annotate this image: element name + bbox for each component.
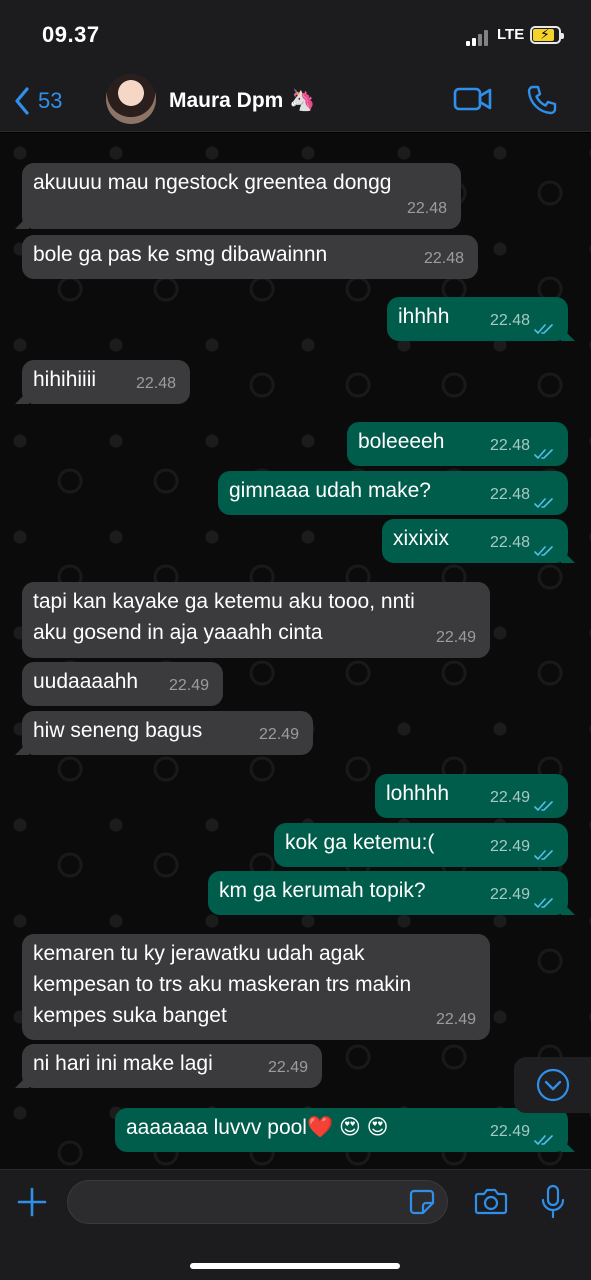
chat-area[interactable]: akuuuu mau ngestock greentea dongg 22.48… xyxy=(0,133,591,1169)
status-time: 09.37 xyxy=(42,22,100,47)
message-input[interactable] xyxy=(67,1180,448,1224)
read-receipt-icon xyxy=(534,546,553,557)
message-time: 22.49 xyxy=(267,1059,308,1076)
attach-button[interactable] xyxy=(16,1186,48,1223)
message-time: 22.48 xyxy=(489,437,530,454)
chevron-left-icon xyxy=(15,87,29,115)
message-time: 22.49 xyxy=(489,838,530,855)
plus-icon xyxy=(17,1187,47,1217)
message-time: 22.49 xyxy=(435,1011,476,1028)
message-bubble[interactable]: tapi kan kayake ga ketemu aku tooo, nnti… xyxy=(22,582,490,658)
read-receipt-icon xyxy=(534,850,553,861)
message-text: lohhhh xyxy=(386,782,450,805)
chevron-down-icon xyxy=(536,1068,569,1102)
status-bar: 09.37 LTE ⚡ xyxy=(0,0,591,70)
message-bubble[interactable]: lohhhh 22.49 xyxy=(375,774,568,818)
message-time: 22.49 xyxy=(489,1123,530,1140)
message-bubble[interactable]: xixixix 22.48 xyxy=(382,519,568,563)
message-time: 22.49 xyxy=(435,629,476,646)
message-bubble[interactable]: ni hari ini make lagi 22.49 xyxy=(22,1044,322,1088)
message-bubble[interactable]: uudaaaahh 22.49 xyxy=(22,662,223,706)
read-receipt-icon xyxy=(534,449,553,460)
message-text: akuuuu mau ngestock greentea dongg xyxy=(33,171,392,194)
contact-name[interactable]: Maura Dpm 🦄 xyxy=(169,89,315,113)
message-bubble[interactable]: km ga kerumah topik? 22.49 xyxy=(208,871,568,915)
back-button[interactable]: 53 xyxy=(14,82,62,120)
read-receipt-icon xyxy=(534,898,553,909)
message-bubble[interactable]: aaaaaaa luvvv pool❤️ 😍 😍 22.49 xyxy=(115,1108,568,1152)
message-bubble[interactable]: gimnaaa udah make? 22.48 xyxy=(218,471,568,515)
video-call-button[interactable] xyxy=(453,84,493,119)
message-bubble[interactable]: kok ga ketemu:( 22.49 xyxy=(274,823,568,867)
phone-icon xyxy=(527,85,557,115)
voice-call-button[interactable] xyxy=(526,84,558,121)
message-text: bole ga pas ke smg dibawainnn xyxy=(33,243,328,266)
unread-count: 53 xyxy=(38,88,63,113)
message-bubble[interactable]: hihihiiii 22.48 xyxy=(22,360,190,404)
message-time: 22.48 xyxy=(423,250,464,267)
camera-icon xyxy=(474,1188,508,1215)
message-time: 22.48 xyxy=(489,486,530,503)
camera-button[interactable] xyxy=(474,1186,508,1221)
message-bubble[interactable]: bole ga pas ke smg dibawainnn 22.48 xyxy=(22,235,478,279)
message-text: kemaren tu ky jerawatku udah agak kempes… xyxy=(33,942,412,1027)
composer-bar xyxy=(0,1169,591,1280)
battery-icon: ⚡ xyxy=(530,26,564,44)
scroll-down-button[interactable] xyxy=(514,1057,591,1113)
microphone-button[interactable] xyxy=(540,1184,566,1225)
read-receipt-icon xyxy=(534,324,553,335)
message-time: 22.48 xyxy=(489,534,530,551)
message-time: 22.49 xyxy=(258,726,299,743)
message-bubble[interactable]: ihhhh 22.48 xyxy=(387,297,568,341)
message-time: 22.49 xyxy=(489,789,530,806)
message-time: 22.48 xyxy=(406,200,447,217)
read-receipt-icon xyxy=(534,801,553,812)
avatar[interactable] xyxy=(106,74,156,124)
message-text: xixixix xyxy=(393,527,449,550)
read-receipt-icon xyxy=(534,1135,553,1146)
sticker-button[interactable] xyxy=(408,1188,436,1221)
message-bubble[interactable]: boleeeeh 22.48 xyxy=(347,422,568,466)
message-bubble[interactable]: akuuuu mau ngestock greentea dongg 22.48 xyxy=(22,163,461,229)
message-time: 22.49 xyxy=(489,886,530,903)
message-time: 22.48 xyxy=(489,312,530,329)
signal-icon xyxy=(466,30,492,46)
network-label: LTE xyxy=(497,26,525,43)
read-receipt-icon xyxy=(534,498,553,509)
message-bubble[interactable]: kemaren tu ky jerawatku udah agak kempes… xyxy=(22,934,490,1040)
sticker-icon xyxy=(409,1189,435,1215)
microphone-icon xyxy=(541,1184,565,1219)
message-text: ihhhh xyxy=(398,305,450,328)
home-indicator xyxy=(190,1263,400,1269)
chat-header: 53 Maura Dpm 🦄 xyxy=(0,70,591,132)
message-time: 22.48 xyxy=(135,375,176,392)
message-bubble[interactable]: hiw seneng bagus 22.49 xyxy=(22,711,313,755)
message-text: tapi kan kayake ga ketemu aku tooo, nnti… xyxy=(33,590,415,644)
video-camera-icon xyxy=(453,87,492,111)
message-time: 22.49 xyxy=(168,677,209,694)
